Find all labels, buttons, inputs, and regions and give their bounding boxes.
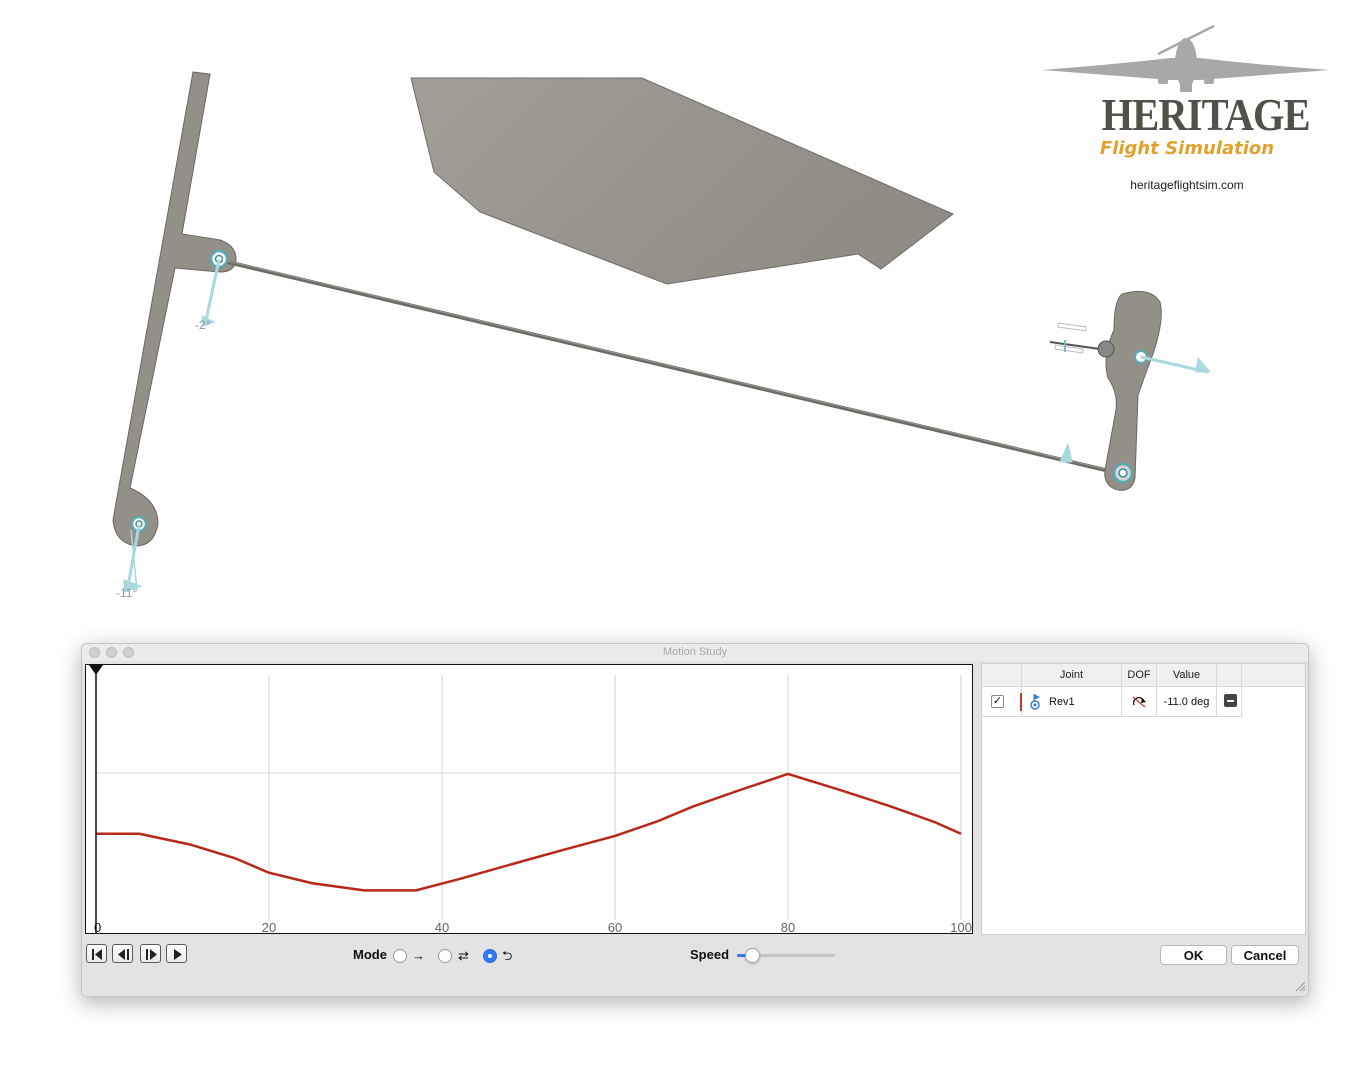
mode-loop-radio[interactable] bbox=[483, 949, 497, 963]
series-line bbox=[96, 772, 962, 892]
left-lever bbox=[112, 71, 237, 547]
revolute-joint-icon bbox=[1030, 694, 1040, 710]
logo-title: HERITAGE bbox=[1101, 89, 1311, 140]
playhead-marker-icon bbox=[89, 665, 103, 675]
ok-button[interactable]: OK bbox=[1160, 945, 1227, 965]
x-tick-label: 0 bbox=[94, 920, 101, 933]
x-tick-label: 100 bbox=[950, 920, 972, 933]
motion-study-window: Motion Study 0 20 40 60 80 100 Joint DOF Valu… bbox=[81, 643, 1309, 997]
mode-once-radio[interactable] bbox=[393, 949, 407, 963]
joint-table: Joint DOF Value ✓ Rev1 -11.0 deg bbox=[981, 663, 1306, 935]
speed-slider[interactable] bbox=[737, 948, 835, 963]
logo-url: heritageflightsim.com bbox=[1130, 178, 1244, 192]
table-row-joint-cell[interactable]: Rev1 bbox=[1020, 687, 1122, 717]
joint-enabled-checkbox[interactable]: ✓ bbox=[991, 695, 1004, 708]
skip-start-icon bbox=[92, 949, 102, 960]
motion-chart-svg: 0 20 40 60 80 100 bbox=[89, 665, 972, 935]
airplane-logo bbox=[1042, 24, 1330, 92]
cancel-button[interactable]: Cancel bbox=[1231, 945, 1299, 965]
angle-indicators bbox=[123, 259, 1212, 593]
remove-joint-button[interactable] bbox=[1224, 694, 1237, 707]
window-title: Motion Study bbox=[662, 646, 728, 658]
step-back-icon bbox=[118, 949, 129, 960]
column-header-remove bbox=[1217, 664, 1242, 687]
play-icon bbox=[174, 949, 182, 960]
motion-chart[interactable]: 0 20 40 60 80 100 bbox=[85, 664, 973, 935]
loop-arrow-icon: ⮌ bbox=[502, 948, 513, 963]
series-color-marker bbox=[1020, 693, 1022, 711]
logo-subtitle: Flight Simulation bbox=[1099, 138, 1275, 159]
arrow-right-icon: → bbox=[412, 948, 425, 963]
angle-label-lower: -11° bbox=[116, 586, 138, 600]
table-row-check-cell: ✓ bbox=[982, 687, 1022, 717]
column-header-dof[interactable]: DOF bbox=[1122, 664, 1157, 687]
column-header-joint[interactable]: Joint bbox=[1022, 664, 1122, 687]
angle-label-upper: -2° bbox=[195, 318, 211, 332]
x-tick-label: 20 bbox=[262, 920, 276, 933]
x-tick-label: 60 bbox=[608, 920, 622, 933]
table-row-dof-cell[interactable] bbox=[1122, 687, 1157, 717]
mode-label: Mode bbox=[353, 947, 387, 962]
joint-value[interactable]: -11.0 deg bbox=[1157, 687, 1217, 717]
speed-label: Speed bbox=[690, 947, 730, 962]
right-lever bbox=[1104, 290, 1162, 491]
mode-bounce-radio[interactable] bbox=[438, 949, 452, 963]
model-viewport[interactable]: HERITAGE Flight Simulation heritagefligh… bbox=[0, 0, 1364, 640]
joint-name: Rev1 bbox=[1049, 696, 1075, 708]
play-button[interactable] bbox=[166, 944, 187, 963]
speed-slider-thumb[interactable] bbox=[745, 948, 761, 963]
table-row-remove-cell bbox=[1217, 687, 1242, 717]
connecting-rod bbox=[218, 258, 1123, 476]
column-header-check bbox=[982, 664, 1022, 687]
step-forward-icon bbox=[146, 949, 157, 960]
bounce-arrows-icon: ⇄ bbox=[458, 948, 469, 963]
column-header-value[interactable]: Value bbox=[1157, 664, 1217, 687]
step-back-button[interactable] bbox=[112, 944, 133, 963]
rewind-to-start-button[interactable] bbox=[86, 944, 107, 963]
dof-rotation-icon bbox=[1132, 696, 1146, 708]
x-tick-label: 40 bbox=[435, 920, 449, 933]
resize-grip-icon[interactable] bbox=[1294, 980, 1306, 992]
window-titlebar[interactable]: Motion Study bbox=[82, 644, 1308, 661]
column-header-filler bbox=[1242, 664, 1305, 687]
x-tick-label: 80 bbox=[781, 920, 795, 933]
plate-shape bbox=[410, 77, 954, 285]
step-forward-button[interactable] bbox=[140, 944, 161, 963]
joint-markers bbox=[130, 249, 1148, 533]
